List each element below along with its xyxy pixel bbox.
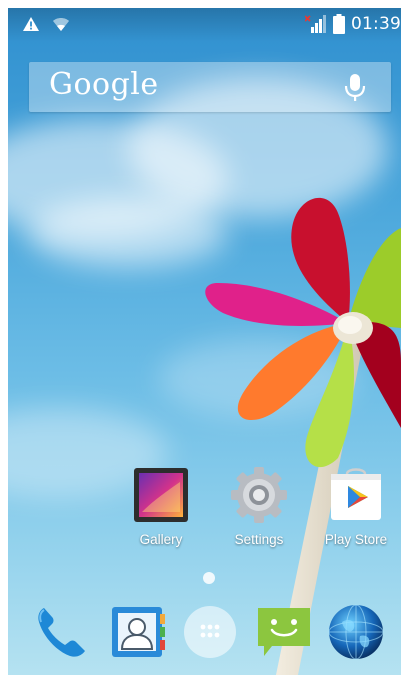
dock-messaging[interactable] <box>254 602 314 662</box>
phone-icon <box>38 608 85 657</box>
warning-icon <box>23 17 39 31</box>
contacts-icon <box>112 607 165 657</box>
dock-phone[interactable] <box>32 602 92 662</box>
pinwheel-illustration <box>205 197 401 675</box>
gallery-icon <box>134 468 188 522</box>
app-label-gallery: Gallery <box>139 532 183 547</box>
battery-icon <box>333 14 345 34</box>
play-store-icon <box>331 468 381 520</box>
globe-icon <box>328 604 384 660</box>
no-signal-icon <box>305 15 326 33</box>
app-label-play-store: Play Store <box>324 532 388 547</box>
settings-icon <box>231 467 287 523</box>
google-logo[interactable]: Google <box>49 67 159 102</box>
dock-browser[interactable] <box>326 602 386 662</box>
wifi-icon <box>53 18 69 31</box>
app-drawer-icon <box>184 606 236 658</box>
messaging-icon <box>258 608 310 656</box>
app-settings[interactable]: Settings <box>217 466 301 547</box>
app-gallery[interactable]: Gallery <box>119 466 203 547</box>
dock-app-drawer[interactable] <box>180 602 240 662</box>
page-indicator <box>203 572 215 584</box>
app-play-store[interactable]: Play Store <box>314 466 398 547</box>
app-label-settings: Settings <box>234 532 284 547</box>
google-search-bar[interactable]: Google <box>29 62 391 112</box>
dock-contacts[interactable] <box>108 602 168 662</box>
mic-icon[interactable] <box>339 71 371 103</box>
home-screen: 01:39 Google Gallery Settings Play Store <box>8 8 401 675</box>
status-bar: 01:39 <box>8 8 401 42</box>
clock: 01:39 <box>351 14 401 34</box>
